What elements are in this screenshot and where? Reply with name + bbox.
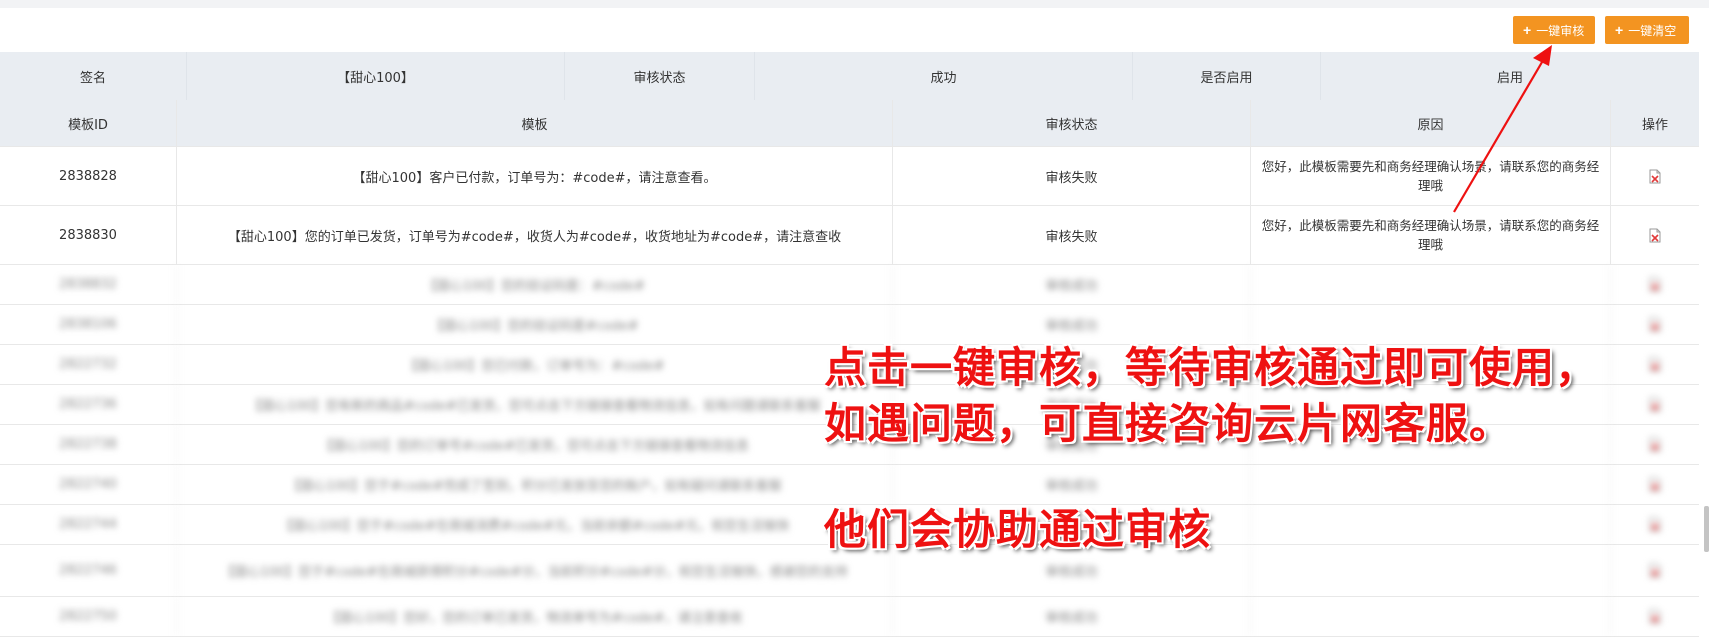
clear-all-button[interactable]: + 一键清空	[1605, 16, 1689, 44]
delete-file-icon[interactable]	[1648, 563, 1662, 578]
blurred-rows-group: 2838832 【甜心100】您的验证码是：#code# 审核成功 2838106 【甜…	[0, 265, 1699, 637]
cell-template: 【甜心100】您好，您的订单已发货，物流单号为#code#，请注意查收	[177, 597, 893, 636]
annotation-line-2: 如遇问题，可直接咨询云片网客服。	[824, 399, 1513, 448]
header-reason: 原因	[1251, 100, 1611, 146]
cell-reason: 您好，此模板需要先和商务经理确认场景，请联系您的商务经理哦	[1251, 147, 1611, 205]
cell-action	[1611, 505, 1699, 544]
sign-label: 签名	[0, 52, 187, 100]
cell-action	[1611, 545, 1699, 596]
plus-icon: +	[1523, 22, 1532, 38]
cell-template: 【甜心100】您于#code#在商城获得积分#code#分，当前积分#code#…	[177, 545, 893, 596]
cell-reason	[1251, 545, 1611, 596]
table-row: 2838830 【甜心100】您的订单已发货，订单号为#code#，收货人为#c…	[0, 206, 1699, 265]
delete-file-icon[interactable]	[1648, 397, 1662, 412]
cell-template-id: 2838106	[0, 305, 177, 344]
cell-reason	[1251, 265, 1611, 304]
cell-action	[1611, 425, 1699, 464]
table-row: 2838828 【甜心100】客户已付款，订单号为：#code#，请注意查看。 …	[0, 147, 1699, 206]
cell-template-id: 2822732	[0, 345, 177, 384]
header-status: 审核状态	[893, 100, 1251, 146]
cell-template: 【甜心100】您于#code#在商城消费#code#元，当前余额#code#元，…	[177, 505, 893, 544]
cell-action	[1611, 597, 1699, 636]
delete-file-icon[interactable]	[1648, 517, 1662, 532]
cell-action	[1611, 465, 1699, 504]
table-row: 2838832 【甜心100】您的验证码是：#code# 审核成功	[0, 265, 1699, 305]
delete-file-icon[interactable]	[1648, 437, 1662, 452]
delete-file-icon[interactable]	[1648, 169, 1662, 184]
cell-template-id: 2822740	[0, 465, 177, 504]
annotation-line-3: 他们会协助通过审核	[824, 505, 1212, 554]
status-label: 审核状态	[565, 52, 755, 100]
table-row: 2822750 【甜心100】您好，您的订单已发货，物流单号为#code#，请注意…	[0, 597, 1699, 637]
delete-file-icon[interactable]	[1648, 228, 1662, 243]
cell-template-id: 2822738	[0, 425, 177, 464]
cell-template: 【甜心100】您已付款，订单号为：#code#	[177, 345, 893, 384]
cell-action	[1611, 305, 1699, 344]
cell-status: 审核失败	[893, 206, 1251, 264]
cell-template-id: 2838832	[0, 265, 177, 304]
delete-file-icon[interactable]	[1648, 277, 1662, 292]
cell-template: 【甜心100】您于#code#完成了签到，积分已发放至您的账户，如有疑问请联系客…	[177, 465, 893, 504]
audit-all-label: 一键审核	[1536, 23, 1585, 38]
header-action: 操作	[1641, 117, 1668, 133]
cell-template-id: 2822750	[0, 597, 177, 636]
status-value: 成功	[755, 52, 1133, 100]
plus-icon: +	[1615, 22, 1624, 38]
cell-template: 【甜心100】您的订单已发货，订单号为#code#，收货人为#code#，收货地…	[177, 206, 893, 264]
cell-template-id: 2822746	[0, 545, 177, 596]
enabled-label: 是否启用	[1133, 52, 1321, 100]
clear-all-label: 一键清空	[1628, 23, 1677, 38]
cell-template: 【甜心100】您有新的商品#code#已发货，您可点击下方链接查看物流信息，如有…	[177, 385, 893, 424]
cell-reason: 您好，此模板需要先和商务经理确认场景，请联系您的商务经理哦	[1251, 206, 1611, 264]
cell-template: 【甜心100】您的订单号#code#已发货，您可点击下方链接查看物流信息	[177, 425, 893, 464]
cell-action	[1611, 385, 1699, 424]
cell-template-id: 2838828	[0, 147, 177, 205]
cell-status: 审核失败	[893, 147, 1251, 205]
cell-template: 【甜心100】您的验证码是#code#	[177, 305, 893, 344]
header-template-id: 模板ID	[0, 100, 177, 146]
signature-row: 签名 【甜心100】 审核状态 成功 是否启用 启用	[0, 52, 1699, 100]
cell-action	[1611, 206, 1699, 264]
cell-action	[1611, 147, 1699, 205]
cell-template-id: 2822744	[0, 505, 177, 544]
delete-file-icon[interactable]	[1648, 477, 1662, 492]
table-header: 模板ID 模板 审核状态 原因 操作	[0, 100, 1699, 147]
cell-reason	[1251, 597, 1611, 636]
cell-reason	[1251, 465, 1611, 504]
enabled-value: 启用	[1496, 70, 1523, 86]
cell-template: 【甜心100】客户已付款，订单号为：#code#，请注意查看。	[177, 147, 893, 205]
annotation-line-1: 点击一键审核，等待审核通过即可使用，	[824, 343, 1599, 392]
vertical-scrollbar[interactable]	[1704, 506, 1709, 552]
cell-action	[1611, 345, 1699, 384]
audit-all-button[interactable]: + 一键审核	[1513, 16, 1595, 44]
cell-template: 【甜心100】您的验证码是：#code#	[177, 265, 893, 304]
cell-status: 审核成功	[893, 265, 1251, 304]
cell-reason	[1251, 505, 1611, 544]
cell-status: 审核成功	[893, 597, 1251, 636]
header-template: 模板	[177, 100, 893, 146]
cell-template-id: 2822736	[0, 385, 177, 424]
sign-value: 【甜心100】	[187, 52, 565, 100]
top-strip	[0, 0, 1709, 8]
delete-file-icon[interactable]	[1648, 317, 1662, 332]
delete-file-icon[interactable]	[1648, 609, 1662, 624]
cell-template-id: 2838830	[0, 206, 177, 264]
delete-file-icon[interactable]	[1648, 357, 1662, 372]
cell-action	[1611, 265, 1699, 304]
